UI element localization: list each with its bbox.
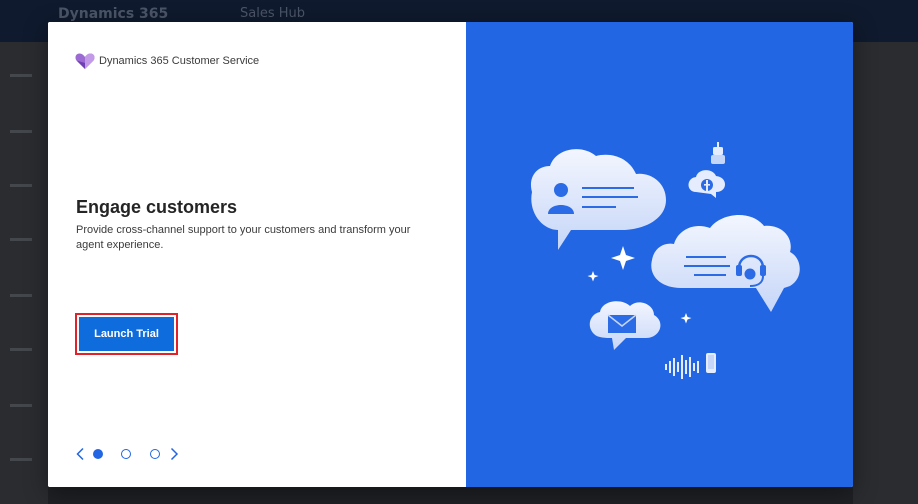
brand-header: Dynamics 365 Customer Service	[75, 52, 259, 70]
carousel-dot-3[interactable]	[150, 449, 160, 459]
background-right-panel	[853, 42, 918, 504]
background-sidebar-item	[10, 130, 32, 133]
facebook-icon	[688, 170, 725, 198]
chat-cloud-person	[530, 149, 666, 250]
bot-icon	[711, 142, 725, 164]
sparkle-icon	[587, 271, 599, 282]
background-sidebar-item	[10, 184, 32, 187]
background-app-title: Dynamics 365	[58, 6, 169, 22]
page-title: Engage customers	[76, 197, 238, 217]
dialog-content-pane: Dynamics 365 Customer Service Engage cus…	[48, 22, 466, 487]
background-app-subtitle: Sales Hub	[240, 6, 305, 21]
background-sidebar-item	[10, 458, 32, 461]
background-sidebar-item	[10, 348, 32, 351]
customer-service-illustration	[530, 142, 800, 379]
sparkle-icon	[680, 313, 692, 324]
carousel-dot-1[interactable]	[93, 449, 103, 459]
sparkle-icon	[611, 246, 635, 270]
mail-icon	[607, 314, 637, 333]
chat-cloud-mail	[589, 301, 661, 350]
background-sidebar	[0, 42, 48, 504]
illustration-pane	[466, 22, 853, 487]
product-name: Dynamics 365 Customer Service	[99, 55, 260, 67]
trial-dialog: Dynamics 365 Customer Service Engage cus…	[48, 22, 853, 487]
background-sidebar-item	[10, 404, 32, 407]
chevron-left-icon[interactable]	[74, 447, 88, 461]
dynamics-heart-logo-icon	[75, 53, 95, 69]
chat-cloud-headset	[651, 214, 800, 312]
page-description: Provide cross-channel support to your cu…	[76, 224, 411, 251]
background-sidebar-item	[10, 238, 32, 241]
voice-wave-icon	[665, 355, 699, 379]
background-sidebar-item	[10, 74, 32, 77]
background-sidebar-item	[10, 294, 32, 297]
carousel-dot-2[interactable]	[121, 449, 131, 459]
launch-trial-button[interactable]: Launch Trial	[79, 317, 174, 351]
phone-icon	[706, 353, 716, 373]
carousel-pager	[74, 445, 184, 463]
chevron-right-icon[interactable]	[167, 447, 181, 461]
